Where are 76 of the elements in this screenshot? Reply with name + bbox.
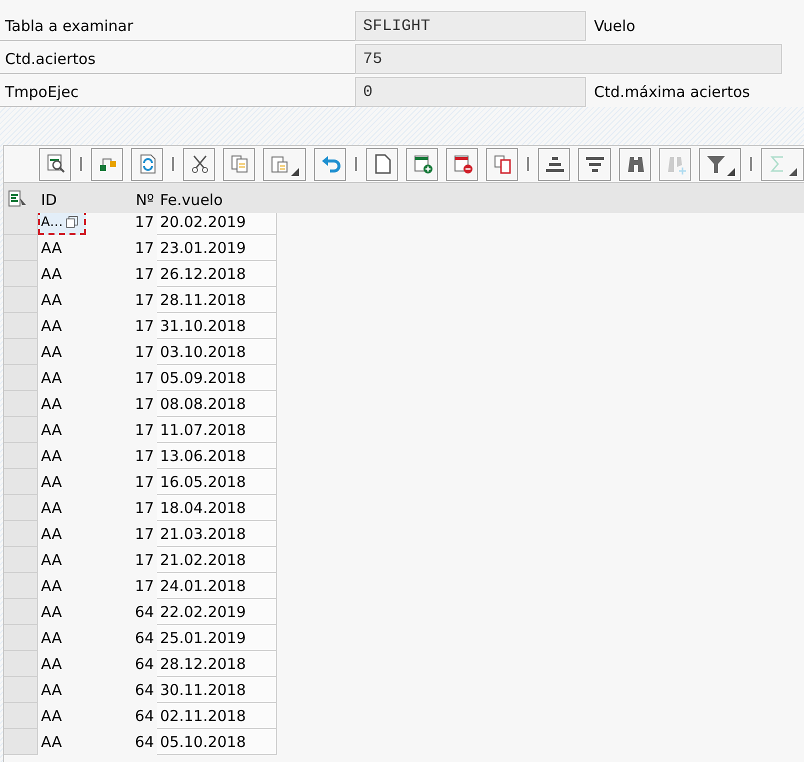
- row-selector[interactable]: [4, 495, 38, 521]
- toolbar-button[interactable]: [131, 148, 164, 180]
- zoom-icon: [45, 153, 67, 175]
- column-layout-icon: [7, 189, 27, 209]
- row-selector[interactable]: [4, 339, 38, 365]
- row-selector[interactable]: [4, 313, 38, 339]
- toolbar-button[interactable]: [91, 148, 124, 180]
- row-selector[interactable]: [4, 677, 38, 703]
- toolbar-button[interactable]: [314, 148, 346, 180]
- row-selector[interactable]: [4, 599, 38, 625]
- caret-icon: [291, 168, 300, 176]
- toolbar-button[interactable]: [618, 148, 651, 180]
- undo-icon: [320, 153, 342, 175]
- table-cell: 26.12.2018: [157, 261, 277, 287]
- filter-icon: [704, 153, 727, 175]
- row-selector[interactable]: [4, 729, 38, 755]
- table-cell: 30.11.2018: [157, 677, 277, 703]
- row-selector[interactable]: [4, 651, 38, 677]
- table-cell: 28.12.2018: [157, 651, 277, 677]
- table-cell: 03.10.2018: [157, 339, 277, 365]
- toolbar-button[interactable]: [406, 148, 438, 180]
- table-cell: 21.03.2018: [157, 521, 277, 547]
- toolbar-button[interactable]: [538, 148, 570, 180]
- field-label: Ctd.máxima aciertos: [593, 82, 750, 103]
- toolbar-button[interactable]: [39, 148, 72, 180]
- table-cell: 16.05.2018: [157, 469, 277, 495]
- row-selector[interactable]: [4, 365, 38, 391]
- copy-icon: [64, 215, 79, 229]
- table-cell: 18.04.2018: [157, 495, 277, 521]
- row-selector[interactable]: [4, 521, 38, 547]
- row-selector[interactable]: [4, 417, 38, 443]
- table-cell: 22.02.2019: [157, 599, 277, 625]
- column-header[interactable]: ID: [38, 183, 86, 213]
- field-label: Vuelo: [593, 16, 636, 37]
- column-header[interactable]: Fe.vuelo: [157, 183, 277, 213]
- column-header[interactable]: Nº: [86, 183, 157, 213]
- table-cell: 23.01.2019: [157, 235, 277, 261]
- caret-icon: [726, 168, 735, 176]
- input-field[interactable]: 0: [355, 77, 586, 107]
- row-selector[interactable]: [4, 235, 38, 261]
- table-cell: 02.11.2018: [157, 703, 277, 729]
- table-cell: 08.08.2018: [157, 391, 277, 417]
- row-selector[interactable]: [4, 391, 38, 417]
- row-selector[interactable]: [4, 261, 38, 287]
- input-field[interactable]: 75: [355, 44, 782, 74]
- table-cell: 11.07.2018: [157, 417, 277, 443]
- caret-icon: [789, 168, 798, 176]
- input-field[interactable]: SFLIGHT: [355, 11, 586, 41]
- row-selector[interactable]: [4, 469, 38, 495]
- row-selector[interactable]: [4, 547, 38, 573]
- menu-button[interactable]: [698, 148, 742, 180]
- table-cell: 05.10.2018: [157, 729, 277, 755]
- table-cell: 05.09.2018: [157, 365, 277, 391]
- row-selector[interactable]: [4, 443, 38, 469]
- field-label: TmpoEjec: [0, 77, 355, 107]
- toolbar-button[interactable]: [486, 148, 518, 180]
- row-selector[interactable]: [4, 625, 38, 651]
- table-cell: 28.11.2018: [157, 287, 277, 313]
- toolbar-button[interactable]: [183, 148, 216, 180]
- row-selector[interactable]: [4, 573, 38, 599]
- table-cell: 25.01.2019: [157, 625, 277, 651]
- row-selector[interactable]: [4, 703, 38, 729]
- toolbar-button[interactable]: [578, 148, 611, 180]
- delete-row-icon: [452, 153, 474, 175]
- menu-button[interactable]: [263, 148, 306, 180]
- toolbar-button[interactable]: [446, 148, 478, 180]
- toolbar-button[interactable]: [366, 148, 398, 180]
- add-row-icon: [412, 153, 434, 175]
- table-cell: 24.01.2018: [157, 573, 277, 599]
- table-cell: 21.02.2018: [157, 547, 277, 573]
- toolbar-button[interactable]: [223, 148, 256, 180]
- table-cell: 31.10.2018: [157, 313, 277, 339]
- table-cell: 13.06.2018: [157, 443, 277, 469]
- field-label: Ctd.aciertos: [0, 44, 355, 74]
- row-selector[interactable]: [4, 287, 38, 313]
- field-label: Tabla a examinar: [0, 11, 355, 41]
